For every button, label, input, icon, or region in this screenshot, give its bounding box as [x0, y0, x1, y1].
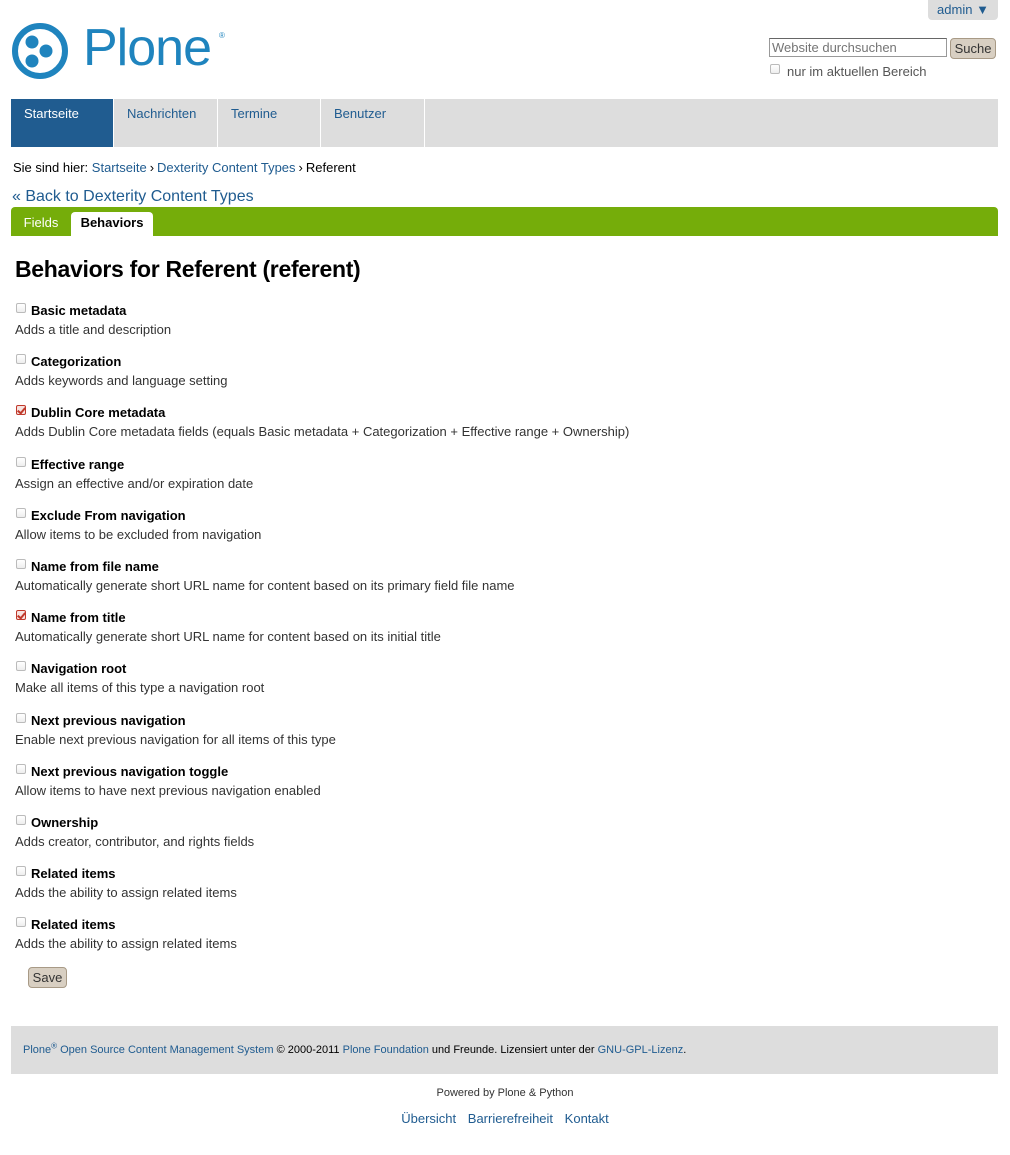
plone-logo-icon — [12, 23, 68, 79]
behavior-item: Basic metadata Adds a title and descripti… — [15, 303, 915, 343]
breadcrumb-link-startseite[interactable]: Startseite — [92, 160, 147, 175]
behavior-title[interactable]: Name from file name — [31, 559, 159, 574]
footer-copyright-symbol: © — [276, 1044, 285, 1056]
breadcrumb-separator: › — [298, 160, 303, 175]
behavior-title[interactable]: Related items — [31, 917, 116, 932]
behavior-item: Dublin Core metadata Adds Dublin Core met… — [15, 405, 915, 445]
footer-years: 2000-2011 — [287, 1044, 340, 1056]
behavior-checkbox[interactable] — [16, 354, 26, 364]
nav-tab-benutzer[interactable]: Benutzer — [321, 99, 425, 147]
footer-foundation-link[interactable]: Plone Foundation — [343, 1044, 429, 1056]
footer-plone-link[interactable]: Plone® — [23, 1041, 58, 1056]
behavior-checkbox[interactable] — [16, 661, 26, 671]
behavior-description: Automatically generate short URL name fo… — [15, 629, 441, 644]
behavior-item: Exclude From navigation Allow items to be… — [15, 508, 915, 548]
behavior-checkbox[interactable] — [16, 917, 26, 927]
breadcrumb-current: Referent — [305, 160, 356, 175]
behavior-checkbox[interactable] — [16, 559, 26, 569]
behavior-title[interactable]: Ownership — [31, 815, 98, 830]
behavior-description: Enable next previous navigation for all … — [15, 732, 336, 747]
powered-by: Powered by Plone & Python — [436, 1087, 574, 1099]
back-link[interactable]: « Back to Dexterity Content Types — [12, 188, 254, 206]
behavior-description: Adds creator, contributor, and rights fi… — [15, 834, 255, 849]
footer-license-link[interactable]: GNU-GPL-Lizenz — [598, 1044, 684, 1056]
behavior-item: Name from title Automatically generate sh… — [15, 610, 915, 650]
behavior-item: Name from file name Automatically generat… — [15, 559, 915, 599]
footer-registered-mark: ® — [51, 1041, 58, 1051]
behavior-item: Categorization Adds keywords and language… — [15, 354, 915, 394]
behavior-description: Automatically generate short URL name fo… — [15, 578, 515, 593]
behavior-title[interactable]: Categorization — [31, 354, 121, 369]
behavior-title[interactable]: Name from title — [31, 610, 126, 625]
behavior-item: Navigation root Make all items of this ty… — [15, 661, 915, 701]
search-scope-label: nur im aktuellen Bereich — [787, 64, 927, 79]
behavior-checkbox[interactable] — [16, 610, 26, 620]
behavior-item: Related items Adds the ability to assign … — [15, 866, 915, 906]
save-button[interactable]: Save — [28, 967, 67, 988]
site-action-kontakt[interactable]: Kontakt — [565, 1111, 609, 1126]
edit-bar: Fields Behaviors — [11, 207, 998, 236]
user-menu[interactable]: admin ▼ — [928, 0, 998, 20]
behavior-title[interactable]: Basic metadata — [31, 303, 126, 318]
behavior-description: Adds the ability to assign related items — [15, 885, 237, 900]
nav-tab-startseite[interactable]: Startseite — [11, 99, 114, 147]
behavior-title[interactable]: Exclude From navigation — [31, 508, 186, 523]
page-title: Behaviors for Referent (referent) — [15, 256, 361, 282]
footer-period: . — [683, 1044, 687, 1056]
behavior-checkbox[interactable] — [16, 508, 26, 518]
breadcrumb-prefix: Sie sind hier: — [13, 160, 89, 175]
behavior-description: Assign an effective and/or expiration da… — [15, 476, 254, 491]
colophon: Plone® Open Source Content Management Sy… — [23, 1026, 686, 1074]
tab-behaviors[interactable]: Behaviors — [71, 212, 153, 236]
behavior-item: Ownership Adds creator, contributor, and … — [15, 815, 915, 855]
search-scope-checkbox[interactable] — [770, 64, 780, 74]
behavior-title[interactable]: Dublin Core metadata — [31, 405, 165, 420]
logo-registered-mark: ® — [219, 31, 225, 40]
behavior-item: Next previous navigation Enable next prev… — [15, 713, 915, 753]
site-actions: Übersicht Barrierefreiheit Kontakt — [0, 1111, 1010, 1126]
behavior-title[interactable]: Effective range — [31, 457, 124, 472]
footer: Plone® Open Source Content Management Sy… — [11, 1026, 998, 1074]
site-logo[interactable]: Plone ® — [11, 19, 231, 80]
behavior-description: Allow items to have next previous naviga… — [15, 783, 321, 798]
nav-tab-nachrichten[interactable]: Nachrichten — [114, 99, 218, 147]
behavior-description: Allow items to be excluded from navigati… — [15, 527, 262, 542]
footer-plone-text: Plone — [23, 1044, 52, 1056]
site-action-barrierefreiheit[interactable]: Barrierefreiheit — [468, 1111, 553, 1126]
footer-text: und Freunde. Lizensiert unter der — [431, 1044, 595, 1056]
behavior-checkbox[interactable] — [16, 713, 26, 723]
search-button[interactable]: Suche — [950, 38, 996, 59]
breadcrumb-link-dexterity[interactable]: Dexterity Content Types — [157, 160, 296, 175]
footer-cms-link[interactable]: Open Source Content Management System — [60, 1044, 273, 1056]
nav-tab-termine[interactable]: Termine — [218, 99, 321, 147]
behavior-description: Adds a title and description — [15, 322, 172, 337]
logo-text: Plone — [83, 19, 212, 77]
breadcrumb: Sie sind hier: Startseite › Dexterity Cont… — [13, 160, 356, 175]
behavior-item: Effective range Assign an effective and/o… — [15, 457, 915, 497]
behavior-title[interactable]: Navigation root — [31, 661, 126, 676]
behavior-checkbox[interactable] — [16, 405, 26, 415]
behavior-checkbox[interactable] — [16, 815, 26, 825]
behavior-description: Adds Dublin Core metadata fields (equals… — [15, 424, 630, 439]
site-action-ubersicht[interactable]: Übersicht — [401, 1111, 456, 1126]
behavior-title[interactable]: Next previous navigation toggle — [31, 764, 228, 779]
behavior-item: Next previous navigation toggle Allow ite… — [15, 764, 915, 804]
behavior-description: Make all items of this type a navigation… — [15, 680, 265, 695]
behavior-checkbox[interactable] — [16, 457, 26, 467]
search-input[interactable] — [769, 38, 947, 57]
behavior-description: Adds the ability to assign related items — [15, 936, 237, 951]
behavior-title[interactable]: Related items — [31, 866, 116, 881]
behavior-checkbox[interactable] — [16, 866, 26, 876]
behavior-title[interactable]: Next previous navigation — [31, 713, 186, 728]
behavior-description: Adds keywords and language setting — [15, 373, 228, 388]
behavior-item: Related items Adds the ability to assign … — [15, 917, 915, 957]
behavior-checkbox[interactable] — [16, 764, 26, 774]
behavior-checkbox[interactable] — [16, 303, 26, 313]
breadcrumb-separator: › — [149, 160, 155, 175]
tab-fields[interactable]: Fields — [13, 212, 69, 236]
search-scope: nur im aktuellen Bereich — [769, 64, 989, 80]
global-navigation: Startseite Nachrichten Termine Benutzer — [11, 99, 998, 147]
